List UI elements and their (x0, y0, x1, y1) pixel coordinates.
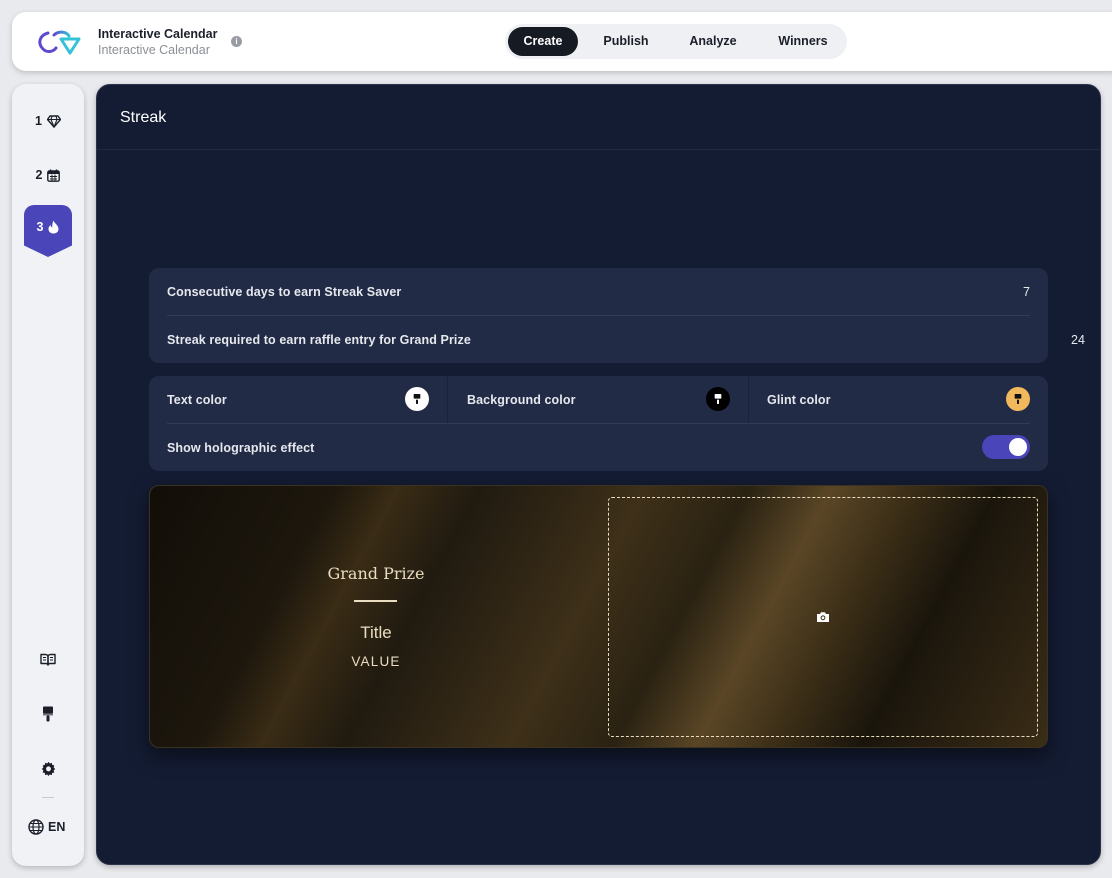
flame-icon (48, 220, 59, 234)
prize-title[interactable]: Title (283, 623, 469, 643)
gear-icon (41, 761, 55, 776)
paintbrush-icon (714, 394, 722, 404)
camera-icon (817, 612, 829, 622)
column-divider (748, 376, 749, 423)
info-icon[interactable]: i (231, 36, 242, 47)
paintbrush-icon (43, 706, 53, 722)
color-settings-card: Text color Background color Glint color … (149, 376, 1048, 471)
step-number: 1 (35, 114, 42, 128)
page-title: Streak (120, 109, 167, 126)
grand-prize-streak-input[interactable]: 24 (1071, 333, 1085, 347)
tab-analyze[interactable]: Analyze (675, 27, 751, 56)
sidebar-step-1[interactable]: 1 (24, 106, 72, 136)
grand-prize-streak-label: Streak required to earn raffle entry for… (167, 333, 471, 347)
app-subtitle: Interactive Calendar (98, 43, 210, 57)
sidebar-tool-settings[interactable] (36, 757, 60, 779)
prize-divider (354, 600, 397, 602)
sidebar-tool-guide[interactable] (36, 648, 60, 670)
book-icon (40, 653, 56, 666)
main-panel: Streak Consecutive days to earn Streak S… (96, 84, 1101, 865)
text-color-picker[interactable] (405, 387, 429, 411)
top-bar: Interactive Calendar Interactive Calenda… (12, 12, 1112, 71)
streak-saver-label: Consecutive days to earn Streak Saver (167, 285, 402, 299)
step-number: 2 (35, 168, 43, 182)
background-color-picker[interactable] (706, 387, 730, 411)
tab-publish[interactable]: Publish (589, 27, 663, 56)
main-header: Streak (97, 85, 1100, 150)
sidebar-step-3[interactable]: 3 (24, 205, 72, 257)
main-tabs: Create Publish Analyze Winners (505, 24, 847, 59)
glint-color-picker[interactable] (1006, 387, 1030, 411)
app-title: Interactive Calendar (98, 27, 218, 41)
row-divider (167, 315, 1030, 316)
streak-saver-input[interactable]: 7 (1023, 285, 1030, 299)
holographic-label: Show holographic effect (167, 441, 315, 455)
column-divider (447, 376, 448, 423)
background-color-label: Background color (467, 393, 576, 407)
glint-color-label: Glint color (767, 393, 831, 407)
language-switcher[interactable]: EN (28, 819, 65, 835)
row-divider (167, 423, 1030, 424)
sidebar: 1 2 3 EN (12, 84, 84, 866)
app-logo (38, 30, 81, 55)
tab-create[interactable]: Create (508, 27, 578, 56)
grand-prize-preview: Grand Prize Title VALUE (149, 485, 1048, 748)
sidebar-step-2[interactable]: 2 (24, 160, 72, 190)
language-label: EN (48, 820, 66, 834)
tab-winners[interactable]: Winners (763, 27, 843, 56)
streak-settings-card: Consecutive days to earn Streak Saver 7 … (149, 268, 1085, 363)
image-upload-dropzone[interactable] (608, 497, 1038, 737)
prize-value[interactable]: VALUE (283, 654, 469, 669)
calendar-icon (47, 169, 61, 182)
holographic-toggle[interactable] (982, 435, 1030, 459)
step-number: 3 (36, 220, 44, 234)
paintbrush-icon (413, 394, 421, 404)
globe-icon (28, 819, 44, 835)
paintbrush-icon (1014, 394, 1022, 404)
sidebar-tool-design[interactable] (36, 703, 60, 725)
sidebar-divider (42, 797, 54, 798)
text-color-label: Text color (167, 393, 227, 407)
diamond-icon (46, 114, 61, 128)
prize-label: Grand Prize (327, 564, 425, 583)
